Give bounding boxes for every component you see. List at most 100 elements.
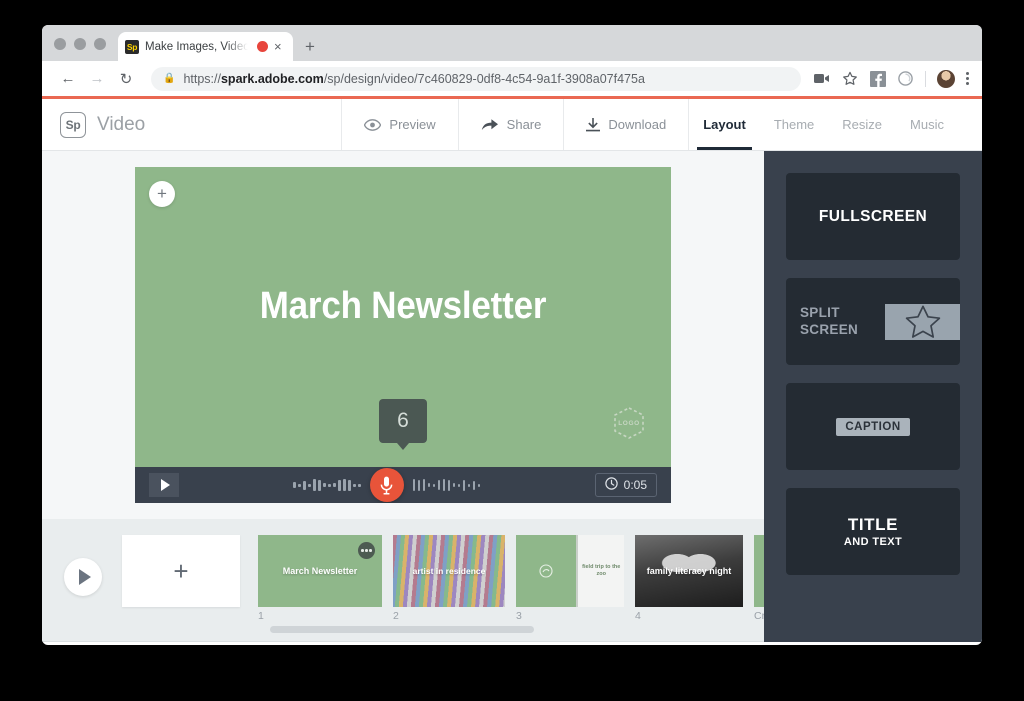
facebook-icon[interactable]	[869, 70, 886, 87]
play-button[interactable]	[149, 473, 179, 497]
maximize-window-button[interactable]	[94, 38, 106, 50]
layout-option-caption[interactable]: CAPTION	[786, 383, 960, 470]
spark-video-app: Sp Video Preview Share Download Layout T…	[42, 99, 982, 642]
waveform-bar	[472, 480, 476, 490]
slide-number-credits: Credits	[754, 610, 764, 622]
slide-title[interactable]: March Newsletter	[156, 285, 649, 328]
waveform-bar	[417, 479, 421, 491]
reload-icon[interactable]: ↻	[113, 66, 139, 92]
back-icon[interactable]: ←	[55, 66, 81, 92]
duration-label: 0:05	[623, 478, 647, 492]
address-bar[interactable]: 🔒 https://spark.adobe.com/sp/design/vide…	[151, 66, 801, 91]
kebab-menu-icon[interactable]	[966, 72, 969, 85]
slide-thumbnail-3[interactable]: field trip to the zoo	[516, 535, 624, 607]
waveform-bar	[358, 483, 361, 487]
tab-theme[interactable]: Theme	[760, 99, 828, 150]
audio-waveform[interactable]	[179, 468, 595, 502]
waveform-bar	[293, 482, 296, 488]
close-window-button[interactable]	[54, 38, 66, 50]
slide-number-2: 2	[393, 610, 399, 622]
waveform-bar	[338, 479, 341, 491]
slide-thumbnail-1[interactable]: March Newsletter	[258, 535, 382, 607]
waveform-bar	[422, 479, 426, 491]
waveform-bar	[452, 483, 456, 487]
split-screen-label-line1: SPLIT	[800, 304, 840, 320]
tab-resize[interactable]: Resize	[828, 99, 896, 150]
bookmark-star-icon[interactable]	[841, 70, 858, 87]
video-camera-icon[interactable]	[813, 70, 830, 87]
layout-panel: FULLSCREEN SPLIT SCREEN CAPTION TITLE AN…	[764, 151, 982, 642]
layout-option-split-screen[interactable]: SPLIT SCREEN	[786, 278, 960, 365]
waveform-bar	[333, 483, 336, 487]
adobe-spark-logo-icon[interactable]: Sp	[60, 111, 86, 138]
waveform-bar	[318, 479, 321, 491]
title-and-text-label-line1: TITLE	[847, 515, 899, 534]
slide-thumbnail-2-label: artist in residence	[412, 566, 486, 576]
share-button[interactable]: Share	[457, 99, 564, 150]
waveform-bar	[412, 479, 416, 491]
waveform-bar	[427, 483, 431, 487]
waveform-bar	[432, 483, 436, 487]
slide-thumbnail-credits[interactable]	[754, 535, 764, 607]
slide-3-text: field trip to the zoo	[576, 535, 624, 607]
waveform-bar	[343, 479, 346, 491]
circle-extension-icon[interactable]	[897, 70, 914, 87]
filmstrip-play-button[interactable]	[64, 558, 102, 596]
slide-number-1: 1	[258, 610, 264, 622]
tab-music-label: Music	[910, 117, 944, 132]
browser-tab-strip: Sp Make Images, Videos and W × +	[42, 25, 982, 61]
download-icon	[586, 117, 601, 132]
preview-button[interactable]: Preview	[341, 99, 457, 150]
eye-icon	[364, 118, 382, 131]
share-label: Share	[506, 117, 542, 132]
share-arrow-icon	[481, 118, 499, 131]
list-item[interactable]: field trip to the zoo 3	[516, 535, 624, 622]
logo-placeholder[interactable]: LOGO	[609, 405, 649, 441]
list-item[interactable]: March Newsletter 1	[258, 535, 382, 622]
waveform-bar	[308, 483, 311, 487]
avatar[interactable]	[937, 69, 955, 88]
list-item[interactable]: family literacy night 4	[635, 535, 743, 622]
browser-tab[interactable]: Sp Make Images, Videos and W ×	[118, 32, 293, 61]
waveform-bar	[457, 483, 461, 487]
waveform-bar	[328, 483, 331, 487]
slide-3-logo	[516, 535, 577, 607]
waveform-bar	[462, 479, 466, 491]
add-slide-button[interactable]: +	[122, 535, 240, 607]
tab-music[interactable]: Music	[896, 99, 958, 150]
url-path: /sp/design/video/7c460829-0df8-4c54-9a1f…	[323, 71, 645, 86]
layout-option-caption-label: CAPTION	[836, 417, 910, 436]
slide-thumbnail-2[interactable]: artist in residence	[393, 535, 505, 607]
split-screen-label-line2: SCREEN	[800, 321, 859, 337]
record-mic-button[interactable]	[369, 468, 404, 502]
canvas-stage: + March Newsletter 6 LOGO 0:05	[42, 151, 764, 519]
filmstrip-scrollbar[interactable]	[270, 626, 534, 633]
waveform-bar	[323, 483, 326, 487]
new-tab-button[interactable]: +	[305, 38, 315, 55]
app-tabs: Layout Theme Resize Music	[689, 99, 982, 150]
waveform-right	[412, 477, 481, 493]
layout-option-title-and-text[interactable]: TITLE AND TEXT	[786, 488, 960, 575]
title-and-text-labels: TITLE AND TEXT	[844, 515, 902, 548]
slide-number-3: 3	[516, 610, 522, 622]
more-dots-icon[interactable]	[358, 542, 375, 559]
list-item[interactable]: artist in residence 2	[393, 535, 505, 622]
tab-theme-label: Theme	[773, 117, 815, 132]
waveform-bar	[477, 483, 481, 487]
forward-icon[interactable]: →	[84, 66, 110, 92]
close-icon[interactable]: ×	[274, 40, 286, 53]
add-media-button[interactable]: +	[149, 181, 175, 207]
minimize-window-button[interactable]	[74, 38, 86, 50]
list-item[interactable]: Credits	[754, 535, 764, 622]
tab-layout[interactable]: Layout	[689, 99, 760, 150]
split-screen-preview	[885, 303, 960, 340]
slide-canvas[interactable]: + March Newsletter 6 LOGO 0:05	[135, 167, 671, 503]
split-screen-labels: SPLIT SCREEN	[786, 305, 885, 339]
download-label: Download	[608, 117, 667, 132]
waveform-bar	[353, 483, 356, 487]
layout-option-fullscreen[interactable]: FULLSCREEN	[786, 173, 960, 260]
download-button[interactable]: Download	[563, 99, 688, 150]
slide-thumbnail-4[interactable]: family literacy night	[635, 535, 743, 607]
waveform-bar	[437, 480, 441, 490]
tab-title: Make Images, Videos and W	[145, 40, 251, 53]
